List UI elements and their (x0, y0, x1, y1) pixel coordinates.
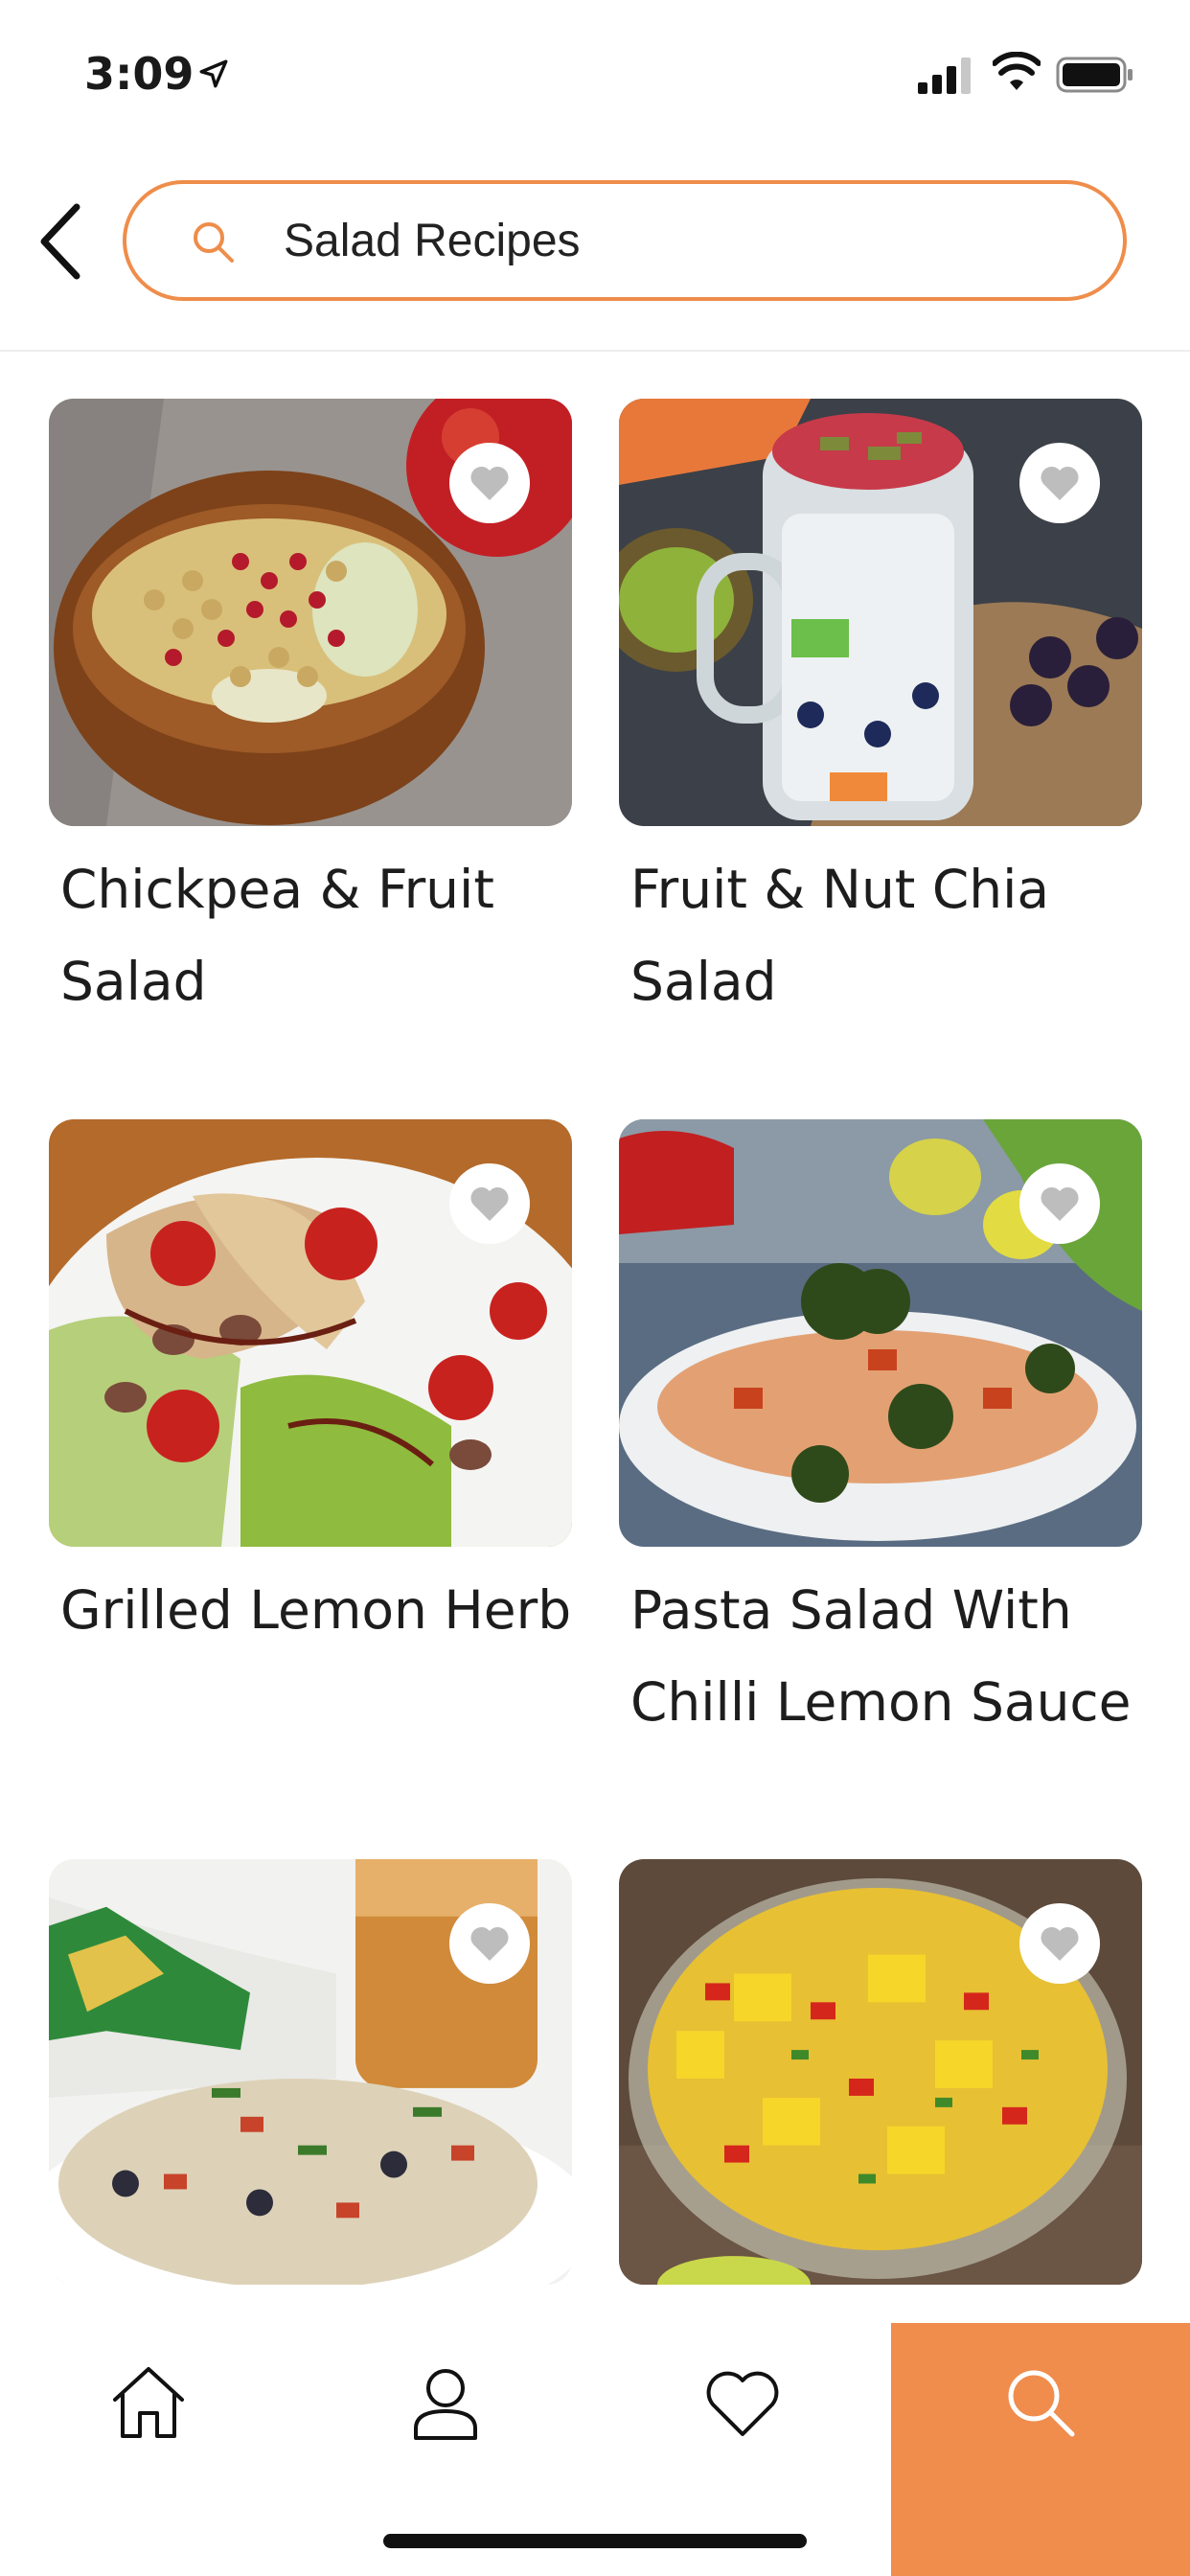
recipe-image[interactable] (49, 1859, 572, 2285)
wifi-icon (993, 52, 1041, 90)
recipe-title[interactable] (60, 2287, 578, 2304)
search-query-text[interactable]: Salad Recipes (284, 213, 581, 270)
search-input[interactable]: Salad Recipes (123, 180, 1127, 301)
recipe-image[interactable] (49, 399, 572, 826)
favorite-button[interactable] (449, 443, 530, 523)
status-bar: 3:09 (0, 0, 1190, 144)
cellular-signal-icon (918, 58, 971, 94)
tab-search[interactable] (891, 2323, 1190, 2576)
recipe-title[interactable]: Chickpea & Fruit Salad (60, 826, 578, 1027)
recipe-image[interactable] (49, 1119, 572, 1547)
favorite-button[interactable] (449, 1903, 530, 1984)
recipe-title[interactable] (630, 2287, 1148, 2304)
recipe-title[interactable]: Grilled Lemon Herb (60, 1547, 578, 1656)
search-icon (194, 222, 234, 263)
back-button[interactable] (34, 201, 92, 282)
header-divider (0, 350, 1190, 352)
recipe-image[interactable] (619, 1119, 1142, 1547)
heart-icon (1041, 1186, 1079, 1221)
recipe-title[interactable]: Pasta Salad With Chilli Lemon Sauce (630, 1547, 1148, 1748)
heart-icon (1041, 1926, 1079, 1961)
location-arrow-icon (199, 59, 228, 88)
heart-icon (706, 2371, 779, 2436)
heart-icon (470, 1186, 509, 1221)
heart-icon (1041, 466, 1079, 500)
status-time: 3:09 (84, 48, 195, 100)
chevron-left-icon (40, 203, 80, 280)
home-indicator (383, 2534, 807, 2548)
favorite-button[interactable] (1019, 443, 1100, 523)
recipe-image[interactable] (619, 399, 1142, 826)
search-icon (1008, 2370, 1075, 2437)
favorite-button[interactable] (1019, 1163, 1100, 1244)
profile-icon (414, 2369, 477, 2440)
home-icon (113, 2367, 184, 2438)
heart-icon (470, 1926, 509, 1961)
recipe-image[interactable] (619, 1859, 1142, 2285)
favorite-button[interactable] (1019, 1903, 1100, 1984)
battery-icon (1056, 57, 1133, 93)
heart-icon (470, 466, 509, 500)
recipe-title[interactable]: Fruit & Nut Chia Salad (630, 826, 1148, 1027)
tab-home[interactable] (0, 2323, 297, 2576)
favorite-button[interactable] (449, 1163, 530, 1244)
